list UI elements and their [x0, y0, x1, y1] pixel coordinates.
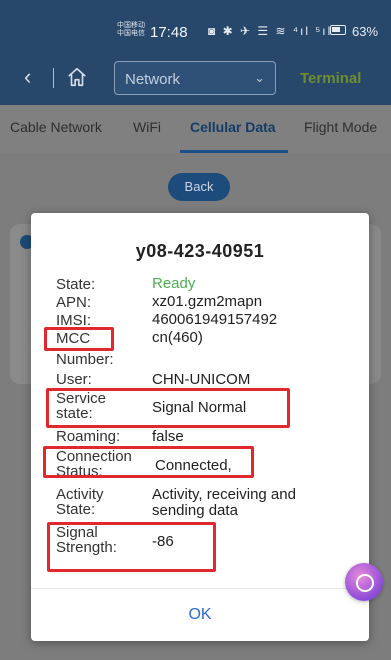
nav-row: ‹ Network ⌄ Terminal [0, 56, 391, 102]
highlight-box-service-state [46, 388, 290, 428]
field-label-apn: APN: [56, 294, 92, 311]
field-value-activity-state: Activity, receiving and sending data [152, 486, 296, 519]
field-value-state: Ready [152, 275, 196, 292]
system-icons: ◙ ✱ ✈ ☰ ≋ ⁴ıl ⁵ıl [208, 24, 333, 38]
highlight-box-signal-strength [47, 522, 216, 572]
field-label-number: Number: [56, 351, 114, 368]
field-label-state: State: [56, 276, 96, 293]
field-label-imsi: IMSI: [56, 312, 92, 329]
back-chevron-icon[interactable]: ‹ [24, 64, 31, 90]
highlight-box-mcc [44, 327, 114, 351]
nav-divider [53, 68, 54, 88]
field-label-activity-state: Activity State: [56, 486, 104, 518]
field-value-roaming: false [152, 428, 184, 445]
field-value-apn: xz01.gzm2mapn [152, 293, 263, 310]
field-value-imsi: 460061949157492 [152, 311, 278, 328]
tab-cable-network[interactable]: Cable Network [10, 119, 102, 135]
highlight-box-connection-status [43, 446, 254, 478]
battery-icon [330, 25, 346, 35]
carrier-labels: 中国移动 中国电信 [117, 22, 145, 38]
tab-bar: Cable Network WiFi Cellular Data Flight … [0, 105, 391, 153]
assistant-float-icon[interactable] [345, 563, 383, 601]
app-header: 中国移动 中国电信 17:48 ◙ ✱ ✈ ☰ ≋ ⁴ıl ⁵ıl 63% ‹ … [0, 0, 391, 105]
battery-percent: 63% [352, 24, 379, 39]
sim-info-dialog: y08-423-40951 State: Ready APN: xz01.gzm… [31, 213, 369, 641]
back-button[interactable]: Back [168, 173, 230, 201]
section-select[interactable]: Network ⌄ [114, 61, 276, 95]
field-label-user: User: [56, 371, 92, 388]
field-value-user: CHN-UNICOM [152, 371, 251, 388]
carrier-1: 中国移动 [117, 22, 145, 29]
status-time: 17:48 [150, 24, 188, 41]
home-icon[interactable] [66, 66, 88, 88]
tab-wifi[interactable]: WiFi [133, 119, 161, 135]
dialog-title: y08-423-40951 [135, 241, 265, 261]
tab-flight-mode[interactable]: Flight Mode [304, 119, 377, 135]
section-select-value: Network [125, 71, 181, 88]
carrier-2: 中国电信 [117, 30, 145, 37]
tab-cellular-data[interactable]: Cellular Data [190, 119, 276, 135]
status-bar: 中国移动 中国电信 17:48 ◙ ✱ ✈ ☰ ≋ ⁴ıl ⁵ıl 63% [0, 0, 391, 56]
ok-button[interactable]: OK [31, 589, 369, 641]
field-value-mcc: cn(460) [152, 329, 203, 346]
chevron-down-icon: ⌄ [254, 70, 265, 85]
terminal-link[interactable]: Terminal [300, 70, 361, 87]
field-label-roaming: Roaming: [56, 428, 121, 445]
